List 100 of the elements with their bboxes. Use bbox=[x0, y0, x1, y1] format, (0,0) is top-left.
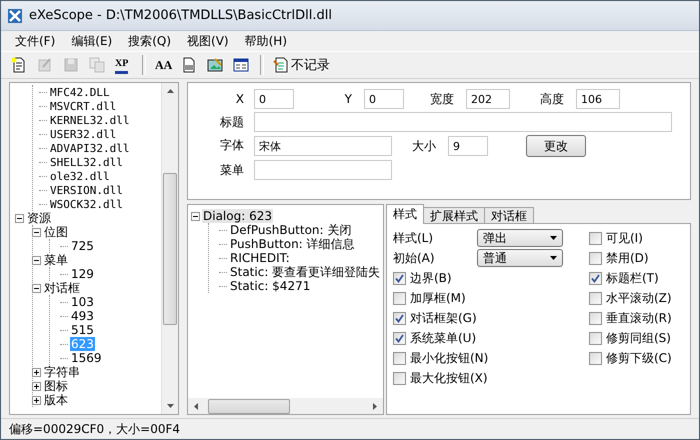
tree-item[interactable]: MFC42.DLL bbox=[49, 86, 111, 98]
checkbox-label: 加厚框(M) bbox=[410, 290, 466, 306]
scroll-right-icon[interactable] bbox=[373, 402, 377, 410]
checkbox[interactable] bbox=[589, 352, 602, 364]
app-icon bbox=[7, 8, 23, 24]
expand-icon[interactable] bbox=[32, 368, 41, 376]
tree-item[interactable]: 位图 bbox=[43, 224, 69, 240]
field-label: 标题 bbox=[219, 114, 245, 131]
tree-item[interactable]: 493 bbox=[70, 309, 95, 323]
checkbox[interactable] bbox=[589, 312, 602, 324]
input-field[interactable]: 0 bbox=[254, 89, 294, 109]
collapse-icon[interactable] bbox=[15, 214, 24, 222]
tree-item[interactable]: ADVAPI32.dll bbox=[49, 142, 130, 154]
tree-item[interactable]: WSOCK32.dll bbox=[49, 198, 124, 210]
collapse-icon[interactable] bbox=[191, 212, 200, 220]
field-label: 菜单 bbox=[219, 162, 245, 179]
tree-item[interactable]: Static: 要查看更详细登陆失 bbox=[229, 264, 382, 280]
tree-item[interactable]: USER32.dll bbox=[49, 128, 118, 140]
menu-item[interactable]: 文件(F) bbox=[7, 32, 64, 50]
dropdown[interactable]: 弹出 bbox=[477, 229, 563, 247]
checkbox[interactable] bbox=[393, 292, 406, 304]
log-toggle-button[interactable]: 不记录 bbox=[271, 54, 332, 76]
tree-item[interactable]: Static: $4271 bbox=[229, 279, 312, 293]
tree-item[interactable]: ole32.dll bbox=[49, 170, 111, 182]
menu-item[interactable]: 帮助(H) bbox=[236, 32, 295, 50]
edit-icon bbox=[37, 57, 53, 73]
checkbox-label: 水平滚动(Z) bbox=[606, 290, 672, 306]
checkbox-label: 最大化按钮(X) bbox=[410, 370, 488, 386]
input-field[interactable]: 0 bbox=[364, 89, 404, 109]
tree-item[interactable]: 资源 bbox=[26, 210, 52, 226]
tree-item[interactable]: PushButton: 详细信息 bbox=[229, 236, 356, 252]
scroll-down-icon[interactable] bbox=[166, 404, 174, 408]
checkbox[interactable] bbox=[393, 352, 406, 364]
checkbox-label: 可见(I) bbox=[606, 230, 643, 246]
field-label: 宽度 bbox=[429, 90, 455, 108]
tree-item[interactable]: Dialog: 623 bbox=[202, 209, 273, 223]
toolbar-button[interactable]: XP bbox=[113, 54, 135, 76]
scroll-up-icon[interactable] bbox=[166, 89, 174, 93]
expand-icon[interactable] bbox=[32, 396, 41, 404]
checkbox[interactable] bbox=[589, 272, 602, 284]
tree-item[interactable]: 725 bbox=[70, 239, 95, 253]
input-field[interactable]: 202 bbox=[466, 89, 510, 109]
field-label: X bbox=[234, 91, 245, 108]
vertical-scrollbar[interactable] bbox=[161, 83, 178, 414]
checkbox-label: 最小化按钮(N) bbox=[410, 350, 488, 366]
tree-item[interactable]: 515 bbox=[70, 323, 95, 337]
checkbox[interactable] bbox=[393, 372, 406, 384]
tab[interactable]: 对话框 bbox=[484, 207, 534, 224]
menu-item[interactable]: 视图(V) bbox=[179, 32, 237, 50]
checkbox[interactable] bbox=[589, 292, 602, 304]
window-title: eXeScope - D:\TM2006\TMDLLS\BasicCtrlDll.dll bbox=[29, 8, 332, 23]
tree-item[interactable]: 1569 bbox=[70, 351, 103, 365]
tree-item[interactable]: 对话框 bbox=[43, 280, 81, 296]
tree-item[interactable]: MSVCRT.dll bbox=[49, 100, 118, 112]
tree-item[interactable]: 129 bbox=[70, 267, 95, 281]
checkbox-label: 边界(B) bbox=[410, 270, 452, 286]
tab[interactable]: 样式 bbox=[386, 204, 424, 224]
checkbox-label: 对话框架(G) bbox=[410, 310, 477, 326]
checkbox[interactable] bbox=[393, 312, 406, 324]
tree-item[interactable]: 字符串 bbox=[43, 364, 81, 380]
checkbox[interactable] bbox=[589, 252, 602, 264]
tab[interactable]: 扩展样式 bbox=[423, 207, 485, 224]
input-field[interactable]: 9 bbox=[448, 136, 488, 156]
dropdown-label: 样式(L) bbox=[393, 230, 434, 246]
checkbox-label: 禁用(D) bbox=[606, 250, 649, 266]
caret-icon bbox=[550, 256, 557, 260]
checkbox[interactable] bbox=[393, 272, 406, 284]
input-field[interactable] bbox=[254, 112, 672, 132]
tree-item[interactable]: SHELL32.dll bbox=[49, 156, 124, 168]
checkbox[interactable] bbox=[589, 232, 602, 244]
tree-item[interactable]: 版本 bbox=[43, 392, 69, 408]
collapse-icon[interactable] bbox=[32, 256, 41, 264]
horizontal-scrollbar[interactable] bbox=[188, 398, 383, 414]
tree-item[interactable]: VERSION.dll bbox=[49, 184, 124, 196]
collapse-icon[interactable] bbox=[32, 284, 41, 292]
change-button[interactable]: 更改 bbox=[526, 135, 586, 157]
caret-icon bbox=[550, 236, 557, 240]
menu-item[interactable]: 搜索(Q) bbox=[120, 32, 180, 50]
field-label: Y bbox=[344, 92, 353, 106]
copy-icon bbox=[89, 57, 105, 73]
tree-item[interactable]: RICHEDIT: bbox=[229, 251, 291, 265]
input-field[interactable] bbox=[254, 160, 392, 180]
checkbox[interactable] bbox=[589, 332, 602, 344]
checkbox[interactable] bbox=[393, 332, 406, 344]
scroll-left-icon[interactable] bbox=[194, 402, 198, 410]
menu-item[interactable]: 编辑(E) bbox=[63, 32, 120, 50]
tree-item[interactable]: DefPushButton: 关闭 bbox=[229, 222, 352, 238]
tree-item[interactable]: 图标 bbox=[43, 378, 69, 394]
tree-item[interactable]: 菜单 bbox=[43, 252, 69, 268]
input-field[interactable]: 宋体 bbox=[254, 136, 392, 156]
input-field[interactable]: 106 bbox=[576, 89, 620, 109]
checkbox-label: 标题栏(T) bbox=[606, 270, 659, 286]
checkbox-label: 修剪下级(C) bbox=[606, 350, 672, 366]
collapse-icon[interactable] bbox=[32, 228, 41, 236]
tree-item[interactable]: KERNEL32.dll bbox=[49, 114, 130, 126]
expand-icon[interactable] bbox=[32, 382, 41, 390]
status-text: 偏移=00029CF0，大小=00F4 bbox=[9, 420, 180, 438]
tree-item[interactable]: 103 bbox=[70, 295, 95, 309]
dropdown[interactable]: 普通 bbox=[477, 249, 563, 267]
toolbar-button[interactable]: AA bbox=[153, 54, 175, 76]
